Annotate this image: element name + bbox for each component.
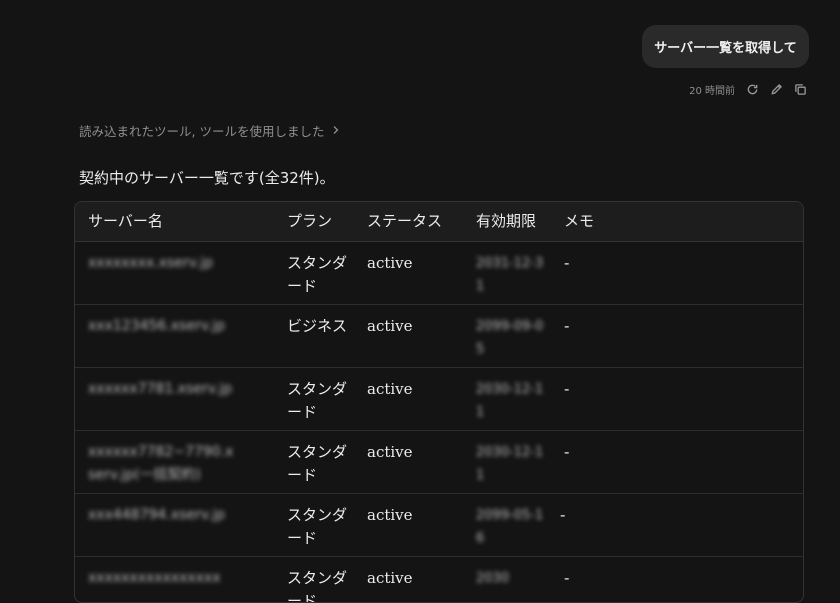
plan-cell: スタンダード [287,443,348,484]
plan-cell: スタンダード [287,569,348,603]
user-message-text: サーバー一覧を取得して [654,41,797,56]
table-row: xxxxxxxx.xserv.jp スタンダード active 2031-12-… [75,242,803,305]
plan-cell: スタンダード [287,506,348,547]
server-name-cell: xxxxxx7781.xserv.jp [88,381,233,397]
table-row: xxxxxxxxxxxxxxxx スタンダード active 2030 - [75,557,803,603]
header-status: ステータス [367,212,443,230]
chevron-right-icon [332,123,340,138]
plan-cell: スタンダード [287,380,348,421]
memo-cell: - [564,380,570,398]
server-table: サーバー名 プラン ステータス 有効期限 メモ xxxxxxxx.xserv.j… [74,201,804,603]
expiry-cell: 2099-09-05 [476,319,544,357]
user-message-bubble: サーバー一覧を取得して [642,25,809,68]
copy-icon[interactable] [793,82,807,96]
refresh-icon[interactable] [745,82,759,96]
status-cell: active [367,380,413,398]
message-timestamp: 20 時間前 [689,85,735,97]
status-cell: active [367,317,413,335]
status-cell: active [367,443,413,461]
status-cell: active [367,506,413,524]
server-name-cell: xxx123456.xserv.jp [88,318,226,334]
header-plan: プラン [287,212,333,230]
pencil-icon[interactable] [769,82,783,96]
table-row: xxxxxx7782~7790.xserv.jp(一括契約) スタンダード ac… [75,431,803,494]
header-expiry: 有効期限 [476,212,537,230]
tools-used-label: 読み込まれたツール, ツールを使用しました [79,124,325,139]
expiry-cell: 2030-12-11 [476,445,544,483]
header-memo: メモ [564,212,595,230]
plan-cell: ビジネス [287,317,348,335]
memo-cell: - [564,317,570,335]
table-row: xxxxxx7781.xserv.jp スタンダード active 2030-1… [75,368,803,431]
server-name-cell: xxxxxx7782~7790.xserv.jp(一括契約) [88,444,234,483]
expiry-cell: 2099-05-16 [476,508,544,546]
server-name-cell: xxxxxxxxxxxxxxxx [88,570,221,586]
memo-cell: - [564,569,570,587]
expiry-cell: 2030-12-11 [476,382,544,420]
server-name-cell: xxx448794.xserv.jp [88,507,226,523]
table-row: xxx123456.xserv.jp ビジネス active 2099-09-0… [75,305,803,368]
memo-cell: - [564,254,570,272]
table-row: xxx448794.xserv.jp スタンダード active 2099-05… [75,494,803,557]
header-server-name: サーバー名 [88,212,163,230]
expiry-cell: 2030 [476,571,510,586]
server-name-cell: xxxxxxxx.xserv.jp [88,255,214,271]
message-actions: 20 時間前 [689,81,807,97]
expiry-cell: 2031-12-31 [476,256,544,294]
memo-cell: - [560,506,566,524]
assistant-intro-text: 契約中のサーバー一覧です(全32件)。 [79,169,335,187]
status-cell: active [367,569,413,587]
plan-cell: スタンダード [287,254,348,295]
table-header: サーバー名 プラン ステータス 有効期限 メモ [75,202,803,242]
status-cell: active [367,254,413,272]
tools-used-toggle[interactable]: 読み込まれたツール, ツールを使用しました [79,121,340,140]
memo-cell: - [564,443,570,461]
